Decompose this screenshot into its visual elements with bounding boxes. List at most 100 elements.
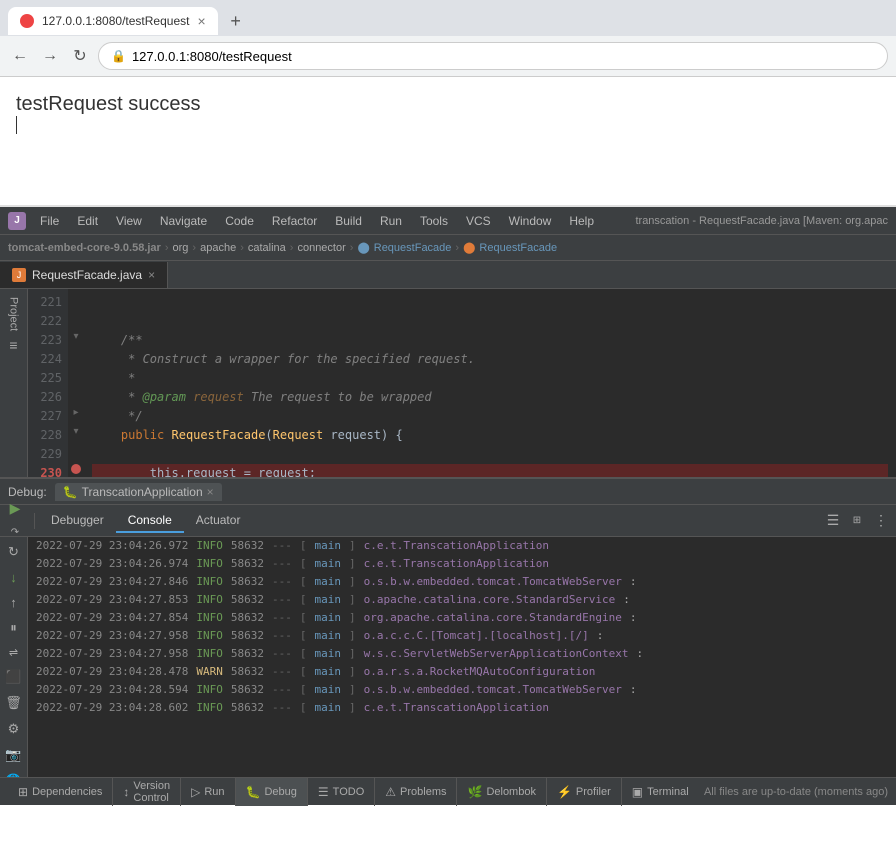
log-line-8: 2022-07-29 23:04:28.594 INFO 58632 --- [… [28, 681, 896, 699]
editor-tab-close[interactable]: × [148, 268, 155, 282]
status-tab-delombok-label: Delombok [486, 786, 536, 798]
pause-icon[interactable]: ⏸ [7, 617, 20, 639]
breadcrumb-class-icon: ⬤ [357, 241, 369, 254]
menu-build[interactable]: Build [327, 212, 370, 230]
editor-tab-requestfacade[interactable]: J RequestFacade.java × [0, 262, 168, 288]
breadcrumb-org[interactable]: org [173, 242, 189, 254]
console-tab[interactable]: Console [116, 509, 184, 533]
tab-favicon [20, 14, 34, 28]
menu-navigate[interactable]: Navigate [152, 212, 215, 230]
status-tabs: ⊞ Dependencies ↕ Version Control ▷ Run 🐛… [8, 778, 688, 806]
address-input[interactable]: 🔒 127.0.0.1:8080/testRequest [98, 42, 888, 70]
breadcrumb-catalina[interactable]: catalina [248, 242, 286, 254]
back-button[interactable]: ← [8, 44, 32, 68]
log-line-2: 2022-07-29 23:04:27.846 INFO 58632 --- [… [28, 573, 896, 591]
editor-tabs: J RequestFacade.java × [0, 261, 896, 289]
menu-window[interactable]: Window [501, 212, 560, 230]
status-problems[interactable]: ⚠ Problems [375, 778, 457, 806]
settings-tool[interactable]: ☰ [822, 510, 844, 532]
debug-status-icon: 🐛 [246, 785, 261, 799]
actuator-tab[interactable]: Actuator [184, 509, 253, 533]
forward-button[interactable]: → [38, 44, 62, 68]
console-log-lines: 2022-07-29 23:04:26.972 INFO 58632 --- [… [28, 537, 896, 777]
status-tab-run-label: Run [204, 786, 224, 798]
project-sidebar-icon[interactable]: Project [4, 293, 24, 335]
breadcrumb-class2[interactable]: RequestFacade [479, 242, 557, 254]
log-line-6: 2022-07-29 23:04:27.958 INFO 58632 --- [… [28, 645, 896, 663]
split-tool[interactable]: ⊞ [846, 510, 868, 532]
log-line-5: 2022-07-29 23:04:27.958 INFO 58632 --- [… [28, 627, 896, 645]
camera-icon[interactable]: 📷 [2, 744, 24, 766]
web-icon[interactable]: 🌐 [2, 770, 24, 777]
code-text[interactable]: /** * Construct a wrapper for the specif… [84, 289, 896, 477]
debug-session-close[interactable]: × [207, 485, 214, 499]
menu-file[interactable]: File [32, 212, 67, 230]
status-terminal[interactable]: ▣ Terminal [622, 778, 688, 806]
status-tab-vcs-label: Version Control [133, 780, 170, 804]
menu-refactor[interactable]: Refactor [264, 212, 325, 230]
profiler-icon: ⚡ [557, 785, 572, 799]
resume-button[interactable]: ▶ [4, 498, 26, 520]
debug-session-name: TranscationApplication [82, 485, 203, 499]
code-editor[interactable]: 221 222 223 224 225 226 227 228 229 230 … [28, 289, 896, 477]
menu-tools[interactable]: Tools [412, 212, 456, 230]
debug-header: Debug: 🐛 TranscationApplication × [0, 479, 896, 505]
log-line-3: 2022-07-29 23:04:27.853 INFO 58632 --- [… [28, 591, 896, 609]
status-todo[interactable]: ☰ TODO [308, 778, 375, 806]
tab-bar: 127.0.0.1:8080/testRequest × + [0, 0, 896, 36]
debugger-tab[interactable]: Debugger [39, 509, 116, 533]
status-tab-problems-label: Problems [400, 786, 446, 798]
status-debug[interactable]: 🐛 Debug [236, 778, 308, 806]
debug-right-tools: ☰ ⊞ ⋮ [822, 510, 892, 532]
debug-session-tab[interactable]: 🐛 TranscationApplication × [55, 483, 222, 501]
reload-console-icon[interactable]: ↻ [5, 541, 22, 563]
menu-run[interactable]: Run [372, 212, 410, 230]
menu-code[interactable]: Code [217, 212, 262, 230]
log-line-1: 2022-07-29 23:04:26.974 INFO 58632 --- [… [28, 555, 896, 573]
browser-tab[interactable]: 127.0.0.1:8080/testRequest × [8, 7, 218, 35]
menu-vcs[interactable]: VCS [458, 212, 499, 230]
more-tool[interactable]: ⋮ [870, 510, 892, 532]
menu-help[interactable]: Help [561, 212, 602, 230]
ide-breadcrumb: tomcat-embed-core-9.0.58.jar › org › apa… [0, 235, 896, 261]
console-left-bar: ↻ ↓ ↑ ⏸ ⇌ ⬛ 🗑 ⚙ 📷 🌐 ⚙ [0, 537, 28, 777]
new-tab-button[interactable]: + [222, 7, 250, 35]
status-tab-dependencies-label: Dependencies [32, 786, 102, 798]
breadcrumb-jar[interactable]: tomcat-embed-core-9.0.58.jar [8, 242, 161, 254]
menu-view[interactable]: View [108, 212, 150, 230]
code-line-226: * @param request The request to be wrapp… [92, 388, 888, 407]
wrap-icon[interactable]: ⇌ [6, 643, 21, 662]
breadcrumb-connector[interactable]: connector [297, 242, 345, 254]
status-run[interactable]: ▷ Run [181, 778, 235, 806]
down-arrow-icon[interactable]: ↓ [7, 567, 20, 588]
debug-label: Debug: [8, 485, 47, 499]
stop-icon[interactable]: ⬛ [2, 666, 24, 688]
settings-console-icon[interactable]: ⚙ [5, 718, 23, 740]
status-tab-terminal-label: Terminal [647, 786, 688, 798]
url-text: 127.0.0.1:8080/testRequest [132, 49, 292, 64]
status-delombok[interactable]: 🌿 Delombok [457, 778, 546, 806]
status-version-control[interactable]: ↕ Version Control [113, 778, 181, 806]
breadcrumb-class1[interactable]: RequestFacade [374, 242, 452, 254]
structure-icon[interactable]: ≡ [9, 337, 17, 353]
editor-left-sidebar: Project ≡ [0, 289, 28, 477]
status-tab-debug-label: Debug [264, 786, 296, 798]
reload-button[interactable]: ↻ [68, 44, 92, 68]
ide-window: J File Edit View Navigate Code Refactor … [0, 207, 896, 805]
code-line-227: */ [92, 407, 888, 426]
status-profiler[interactable]: ⚡ Profiler [547, 778, 622, 806]
run-icon: ▷ [191, 785, 200, 799]
ide-app-icon[interactable]: J [8, 212, 26, 230]
code-line-224: * Construct a wrapper for the specified … [92, 350, 888, 369]
log-line-4: 2022-07-29 23:04:27.854 INFO 58632 --- [… [28, 609, 896, 627]
status-dependencies[interactable]: ⊞ Dependencies [8, 778, 113, 806]
breadcrumb-apache[interactable]: apache [200, 242, 236, 254]
tab-close-button[interactable]: × [197, 13, 205, 29]
clear-icon[interactable]: 🗑 [2, 692, 25, 714]
browser-chrome: 127.0.0.1:8080/testRequest × + ← → ↻ 🔒 1… [0, 0, 896, 77]
ide-window-title: transcation - RequestFacade.java [Maven:… [635, 215, 888, 227]
lock-icon: 🔒 [111, 49, 126, 63]
menu-edit[interactable]: Edit [69, 212, 106, 230]
up-arrow-icon[interactable]: ↑ [7, 592, 20, 613]
breadcrumb-method-icon: ⬤ [463, 241, 475, 254]
